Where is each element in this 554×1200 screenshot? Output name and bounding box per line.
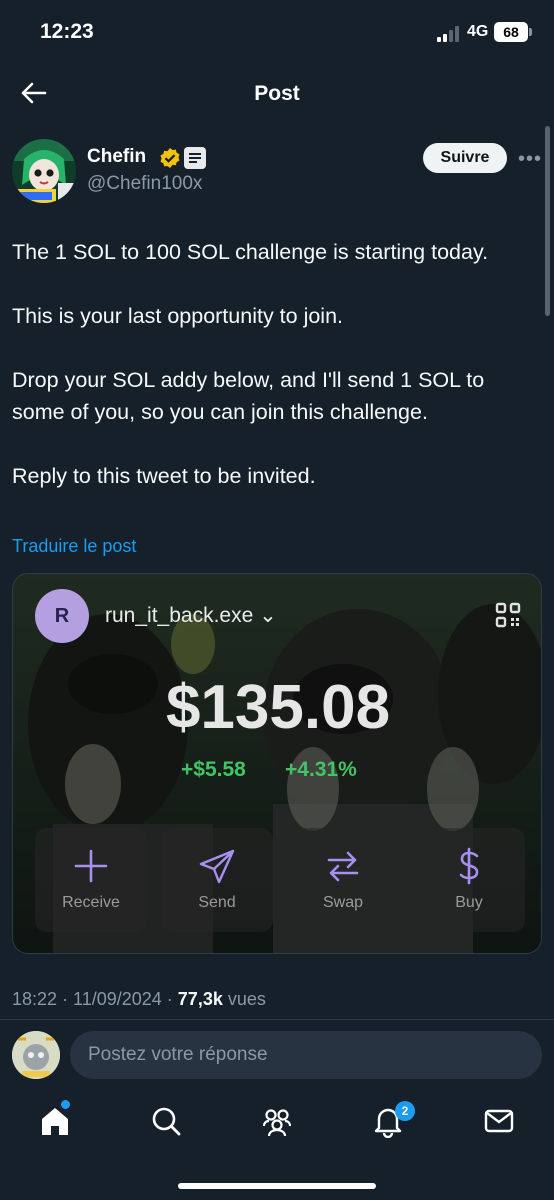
send-action: Send [161, 828, 273, 932]
buy-action: Buy [413, 828, 525, 932]
home-indicator[interactable] [178, 1183, 376, 1189]
divider [0, 1019, 554, 1020]
translate-link[interactable]: Traduire le post [12, 536, 136, 557]
post-body: The 1 SOL to 100 SOL challenge is starti… [12, 236, 542, 524]
dollar-icon [459, 847, 479, 885]
home-unread-dot [61, 1100, 70, 1109]
action-label: Swap [322, 894, 364, 911]
communities-icon[interactable] [260, 1104, 294, 1138]
status-time: 12:23 [40, 20, 94, 43]
reply-input[interactable] [70, 1031, 542, 1079]
battery-icon: 68 [494, 22, 532, 42]
signal-icon [437, 26, 461, 42]
post-screen: 12:23 4G 68 Post Chefin @Chefin100x Suiv… [0, 0, 554, 1200]
wallet-balance: $135.08 [165, 673, 391, 742]
swap-action: Swap [287, 828, 399, 932]
user-avatar[interactable] [12, 1031, 60, 1079]
top-bar: Post [0, 66, 554, 122]
chevron-down-icon: ⌄ [253, 604, 277, 627]
affiliate-badge-icon [184, 147, 206, 169]
page-title: Post [254, 82, 300, 105]
action-label: Receive [62, 894, 120, 911]
post-meta: 18:22 · 11/09/2024 · 77,3k vues [12, 989, 266, 1010]
action-label: Send [198, 894, 236, 911]
balance-change-percent: +4.31% [285, 758, 357, 781]
post-image[interactable]: R run_it_back.exe ⌄ $135.08 +$5.58 +4.31… [12, 573, 542, 954]
verified-badge-icon [160, 148, 180, 168]
home-icon[interactable] [38, 1104, 72, 1138]
qr-code-icon [495, 602, 521, 628]
author-avatar[interactable] [12, 139, 76, 203]
post-paragraph: Drop your SOL addy below, and I'll send … [12, 368, 485, 424]
views-label: vues [222, 989, 266, 1009]
scrollbar[interactable] [545, 126, 550, 316]
notification-count-badge: 2 [395, 1101, 415, 1121]
wallet-actions: Receive Send Swap Buy [35, 828, 525, 932]
post-paragraph: Reply to this tweet to be invited. [12, 464, 316, 488]
author-handle[interactable]: @Chefin100x [87, 173, 202, 195]
swap-icon [327, 851, 359, 882]
receive-action: Receive [35, 828, 147, 932]
post-paragraph: The 1 SOL to 100 SOL challenge is starti… [12, 240, 489, 264]
more-options-icon[interactable]: ••• [518, 148, 542, 170]
messages-icon[interactable] [482, 1104, 516, 1138]
status-bar: 12:23 4G 68 [0, 0, 554, 66]
network-type: 4G [467, 23, 489, 40]
view-count[interactable]: 77,3k [178, 989, 223, 1009]
plus-icon [74, 849, 108, 883]
follow-button[interactable]: Suivre [423, 143, 507, 173]
author-name[interactable]: Chefin [87, 146, 146, 168]
wallet-account-name: run_it_back.exe ⌄ [105, 604, 277, 627]
search-icon[interactable] [149, 1104, 183, 1138]
action-label: Buy [455, 894, 483, 911]
bottom-nav [0, 1092, 554, 1152]
wallet-avatar: R [35, 589, 89, 643]
balance-change-usd: +$5.58 [181, 758, 246, 781]
post-timestamp: 18:22 · 11/09/2024 · [12, 989, 178, 1009]
post-paragraph: This is your last opportunity to join. [12, 304, 344, 328]
send-icon [199, 849, 235, 884]
